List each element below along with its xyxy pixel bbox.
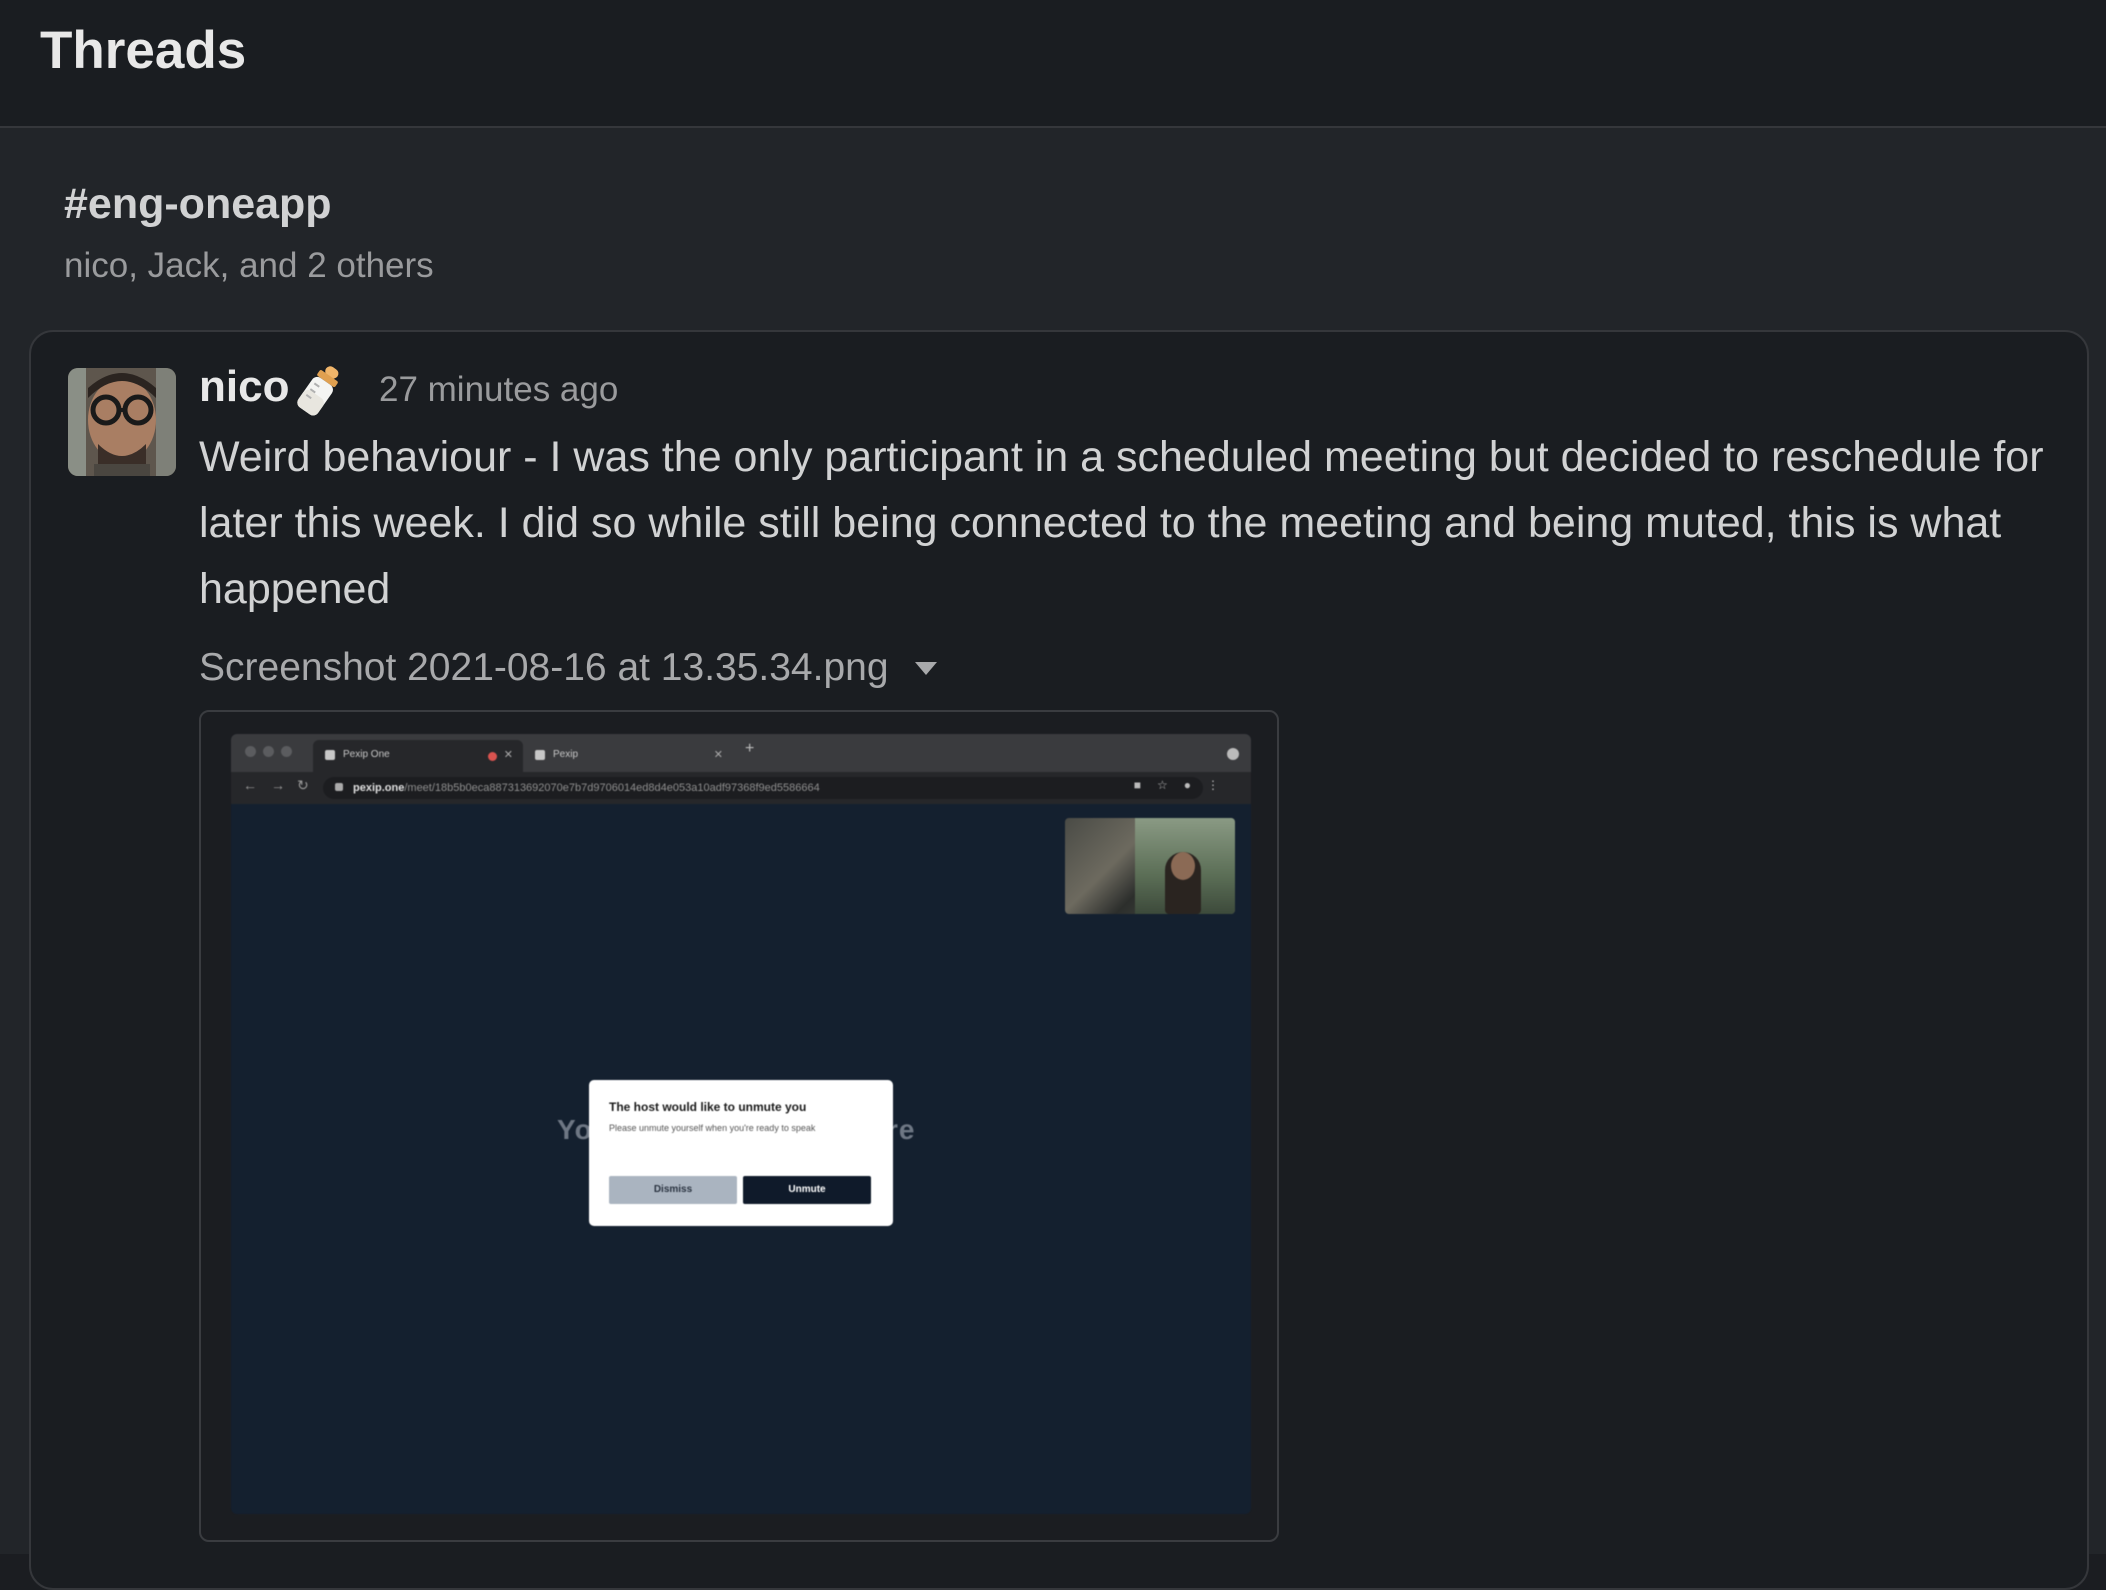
- thread-participants: nico, Jack, and 2 others: [64, 246, 434, 285]
- pexip-favicon-icon: [535, 750, 545, 760]
- baby-bottle-icon: [294, 362, 346, 420]
- avatar[interactable]: [68, 368, 176, 476]
- window-control-icon: [281, 746, 292, 757]
- pexip-favicon-icon: [325, 750, 335, 760]
- dismiss-button: Dismiss: [609, 1176, 737, 1204]
- screenshot-tab-label: Pexip One: [343, 749, 390, 760]
- avatar-photo: [68, 368, 176, 476]
- screenshot-url: pexip.one/meet/18b5b0eca887313692070e7b7…: [323, 777, 1203, 799]
- unmute-request-dialog: The host would like to unmute you Please…: [589, 1080, 893, 1226]
- screenshot-browser-window: Pexip One ✕ Pexip ✕ + ← → ↻ pexip.one/me…: [231, 734, 1251, 1514]
- message-text: Weird behaviour - I was the only partici…: [199, 433, 2044, 613]
- caret-down-icon[interactable]: [914, 661, 937, 675]
- browser-toolbar-icons: ■☆●⋮: [1133, 778, 1235, 792]
- self-view-video: [1065, 818, 1235, 914]
- message-timestamp[interactable]: 27 minutes ago: [379, 370, 618, 410]
- message-author[interactable]: nico: [199, 362, 289, 412]
- dialog-body: Please unmute yourself when you're ready…: [609, 1123, 816, 1133]
- meeting-text-left: Yo: [557, 1114, 593, 1145]
- screenshot-address-bar: ← → ↻ pexip.one/meet/18b5b0eca8873136920…: [231, 772, 1251, 804]
- unmute-button: Unmute: [743, 1176, 871, 1204]
- close-icon: ✕: [503, 749, 513, 761]
- screenshot-tab-bar: Pexip One ✕ Pexip ✕ +: [231, 734, 1251, 772]
- reload-icon: ↻: [297, 777, 309, 793]
- screenshot-tab: Pexip ✕: [523, 740, 733, 772]
- threads-header: Threads: [0, 0, 2106, 128]
- screenshot-tab-label: Pexip: [553, 749, 579, 760]
- back-arrow-icon: ←: [243, 777, 257, 793]
- url-path: /meet/18b5b0eca887313692070e7b7d9706014e…: [404, 782, 820, 794]
- window-control-icon: [263, 746, 274, 757]
- attachment-filename[interactable]: Screenshot 2021-08-16 at 13.35.34.png: [199, 646, 889, 690]
- screenshot-tab: Pexip One ✕: [313, 740, 523, 772]
- window-control-icon: [245, 746, 256, 757]
- url-host: pexip.one: [353, 782, 405, 794]
- self-view-head: [1171, 852, 1195, 880]
- attachment-image-preview[interactable]: Pexip One ✕ Pexip ✕ + ← → ↻ pexip.one/me…: [199, 710, 1279, 1542]
- account-icon: [1227, 748, 1239, 760]
- forward-arrow-icon: →: [271, 777, 285, 793]
- close-icon: ✕: [713, 749, 723, 761]
- plus-icon: +: [745, 740, 755, 757]
- dialog-title: The host would like to unmute you: [609, 1100, 807, 1114]
- lock-icon: [335, 783, 343, 791]
- recording-dot-icon: [488, 752, 497, 761]
- attachment-header[interactable]: Screenshot 2021-08-16 at 13.35.34.png: [199, 640, 937, 696]
- thread-channel-link[interactable]: #eng-oneapp: [64, 180, 332, 229]
- page-title: Threads: [40, 21, 247, 80]
